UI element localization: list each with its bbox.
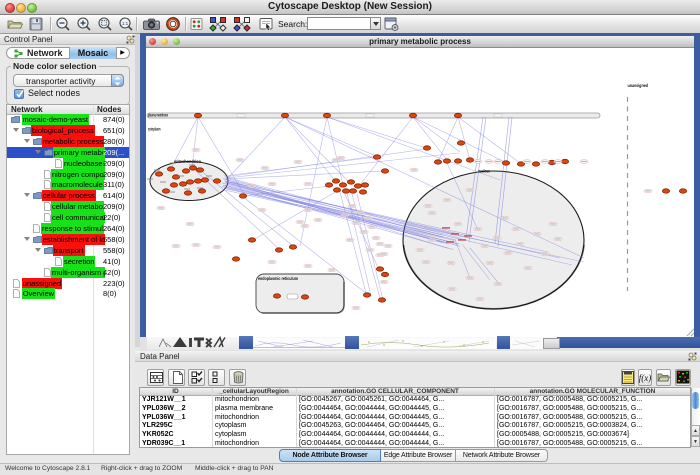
svg-text:cytoplasm: cytoplasm (148, 127, 161, 132)
svg-text:plasma membrane: plasma membrane (148, 113, 168, 118)
svg-text:mitochondrion: mitochondrion (174, 159, 201, 164)
svg-text:unassigned: unassigned (628, 83, 649, 88)
svg-text:1:1: 1:1 (122, 21, 129, 26)
svg-text:nucleus: nucleus (478, 169, 490, 174)
svg-text:endoplasmic reticulum: endoplasmic reticulum (258, 276, 298, 281)
svg-text:f(x): f(x) (639, 373, 651, 383)
